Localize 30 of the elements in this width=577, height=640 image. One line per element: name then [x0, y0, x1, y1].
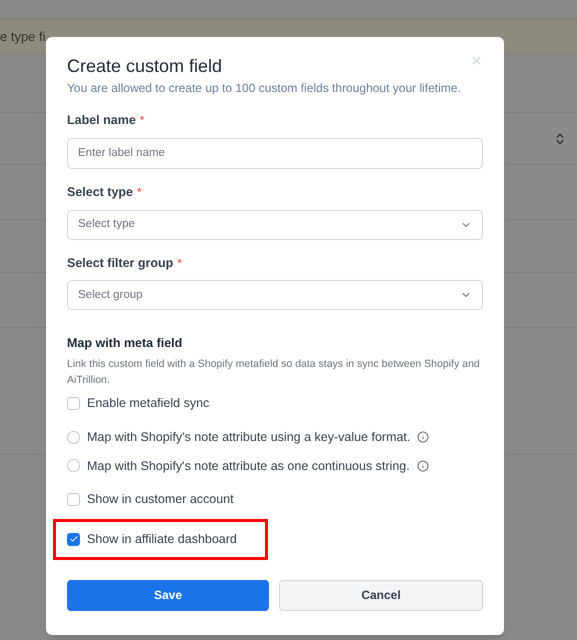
field-label: Label name	[67, 112, 136, 129]
dialog-title: Create custom field	[67, 55, 222, 77]
radio-button[interactable]	[67, 430, 80, 444]
option-label: Enable metafield sync	[87, 395, 210, 412]
option-label: Map with Shopify's note attribute as one continuous string.	[87, 458, 410, 475]
checkbox[interactable]	[67, 532, 80, 546]
required-mark: *	[137, 184, 142, 202]
cancel-button[interactable]: Cancel	[279, 580, 483, 611]
section-description: Link this custom field with a Shopify metafield so data stays in sync between Shopify and AiTrillion.	[67, 357, 481, 388]
select-field[interactable]: Select group	[67, 280, 483, 310]
checkbox[interactable]	[67, 396, 80, 410]
checkbox[interactable]	[67, 493, 80, 506]
option-label: Show in affiliate dashboard	[87, 531, 237, 548]
banner-text: e type fi	[0, 28, 46, 46]
dialog-subtitle: You are allowed to create up to 100 custom fields throughout your lifetime.	[67, 80, 462, 97]
option-label: Map with Shopify's note attribute using a key-value format.	[87, 428, 410, 446]
field-label: Select type	[67, 184, 134, 201]
required-mark: *	[140, 112, 144, 130]
section-heading: Map with meta field	[67, 335, 184, 352]
info-icon[interactable]	[416, 460, 429, 472]
close-icon[interactable]	[470, 54, 483, 67]
radio-button[interactable]	[67, 459, 80, 472]
save-button[interactable]: Save	[67, 580, 269, 611]
required-mark: *	[177, 254, 182, 272]
info-icon[interactable]	[417, 431, 430, 444]
check-icon	[68, 534, 78, 544]
text-field[interactable]: Enter label name	[67, 138, 483, 169]
field-label: Select filter group	[67, 254, 174, 272]
select-field[interactable]: Select type	[67, 210, 483, 240]
option-label: Show in customer account	[87, 491, 234, 508]
